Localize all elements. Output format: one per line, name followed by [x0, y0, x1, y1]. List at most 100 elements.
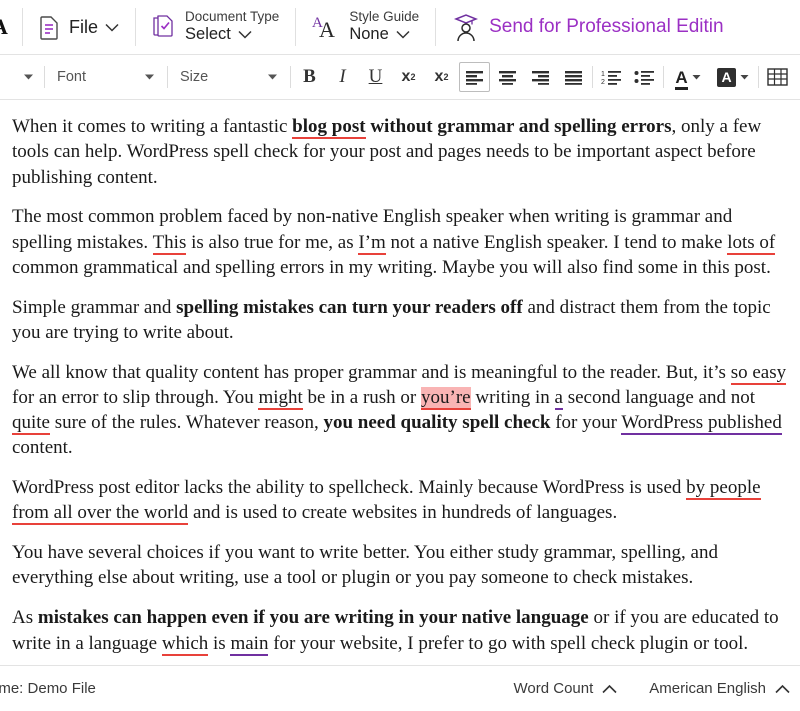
font-dropdown[interactable]: Font: [47, 63, 165, 91]
style-guide-selector[interactable]: A A Style Guide None: [296, 0, 435, 54]
bulleted-list-button[interactable]: [629, 62, 660, 92]
style-guide-value: None: [349, 25, 389, 44]
subscript-base: x: [401, 68, 411, 85]
document-type-labels: Document Type Select: [185, 9, 279, 44]
text-color-button[interactable]: A: [667, 62, 709, 92]
text-run: You have several choices if you want to …: [12, 542, 718, 589]
bold-text-run[interactable]: you need quality spell check: [323, 412, 550, 433]
text-run: for your website, I prefer to go with sp…: [268, 632, 749, 654]
bold-text-run[interactable]: spelling mistakes can turn your readers …: [176, 297, 523, 318]
superscript-index: 2: [443, 72, 449, 82]
chevron-up-icon: [775, 684, 790, 694]
italic-button[interactable]: I: [327, 62, 358, 92]
numbered-list-button[interactable]: 1 2: [596, 62, 627, 92]
text-run: content.: [12, 437, 73, 459]
spelling-error-run[interactable]: so easy: [730, 361, 787, 385]
spelling-error-run[interactable]: might: [258, 386, 303, 410]
align-center-button[interactable]: [492, 62, 523, 92]
text-run: for your: [550, 412, 622, 434]
spelling-error-run[interactable]: which: [161, 632, 209, 656]
spelling-error-run[interactable]: I’m: [358, 231, 386, 255]
text-run: As: [12, 607, 38, 629]
align-justify-button[interactable]: [558, 62, 589, 92]
chevron-down-icon: [396, 30, 410, 40]
document-paragraph: Simple grammar and spelling mistakes can…: [12, 295, 792, 346]
grammar-suggestion-run[interactable]: a: [554, 386, 563, 410]
size-dropdown-label: Size: [180, 69, 209, 85]
toolbar-divider: [167, 66, 168, 88]
superscript-base: x: [434, 68, 444, 85]
text-run: not a native English speaker. I tend to …: [385, 231, 728, 253]
highlight-color-letter: A: [717, 67, 736, 87]
document-paragraph: As mistakes can happen even if you are w…: [12, 605, 792, 656]
word-count-label: Word Count: [513, 680, 594, 697]
toolbar-divider: [44, 66, 45, 88]
document-paragraph: We all know that quality content has pro…: [12, 360, 792, 461]
logo-letter: A: [0, 14, 8, 40]
svg-text:2: 2: [601, 79, 605, 85]
size-dropdown[interactable]: Size: [170, 63, 288, 91]
font-dropdown-label: Font: [57, 69, 87, 85]
file-menu-button[interactable]: File: [23, 0, 135, 54]
status-bar: ame: Demo File Word Count American Engli…: [0, 665, 800, 711]
spelling-error-run[interactable]: This: [152, 231, 187, 255]
send-for-professional-editing-button[interactable]: Send for Professional Editin: [436, 0, 739, 54]
word-count-button[interactable]: Word Count: [514, 680, 618, 697]
graduate-person-icon: [452, 11, 480, 43]
toolbar-divider: [592, 66, 593, 88]
style-guide-labels: Style Guide None: [349, 9, 419, 44]
chevron-up-icon: [602, 684, 617, 694]
text-run: is: [208, 632, 231, 654]
text-run: second language and not: [562, 386, 756, 408]
text-run: common grammatical and spelling errors i…: [12, 256, 771, 278]
file-menu-label-wrap: File: [69, 17, 119, 38]
text-run: Simple grammar and: [12, 296, 177, 318]
app-logo: A: [0, 0, 22, 54]
spelling-error-run[interactable]: quite: [12, 412, 50, 436]
svg-text:1: 1: [601, 71, 605, 78]
text-run: WordPress post editor lacks the ability …: [12, 477, 687, 499]
chevron-down-icon: [238, 30, 252, 40]
document-editor-area[interactable]: When it comes to writing a fantastic blo…: [0, 100, 800, 665]
highlighted-error-run[interactable]: you’re: [421, 386, 471, 410]
chevron-down-icon: [144, 69, 155, 85]
align-right-button[interactable]: [525, 62, 556, 92]
grammar-suggestion-run[interactable]: WordPress published: [621, 412, 782, 436]
chevron-down-icon: [692, 68, 701, 86]
document-paragraph: When it comes to writing a fantastic blo…: [12, 114, 792, 190]
overflow-dropdown-caret[interactable]: [0, 73, 42, 81]
document-type-selector[interactable]: Document Type Select: [136, 0, 295, 54]
toolbar-divider: [758, 66, 759, 88]
text-run: We all know that quality content has pro…: [12, 361, 731, 383]
text-run: for an error to slip through. You: [12, 386, 259, 408]
insert-table-button[interactable]: [762, 62, 793, 92]
subscript-button[interactable]: x2: [393, 62, 424, 92]
text-run: writing in: [470, 386, 555, 408]
superscript-button[interactable]: x2: [426, 62, 457, 92]
svg-text:A: A: [319, 17, 335, 41]
chevron-down-icon: [267, 69, 278, 85]
language-selector-button[interactable]: American English: [649, 680, 790, 697]
align-left-button[interactable]: [459, 62, 490, 92]
chevron-down-icon: [740, 68, 749, 86]
status-bar-right-group: Word Count American English: [514, 680, 800, 697]
text-run: be in a rush or: [302, 386, 421, 408]
highlight-color-button[interactable]: A: [711, 62, 755, 92]
double-a-icon: A A: [312, 13, 340, 41]
grammar-suggestion-run[interactable]: main: [230, 632, 269, 656]
text-run: When it comes to writing a fantastic: [12, 116, 293, 137]
document-paragraph: You have several choices if you want to …: [12, 540, 792, 591]
bold-text-run[interactable]: mistakes can happen even if you are writ…: [38, 607, 589, 628]
style-guide-value-wrap: None: [349, 25, 419, 44]
format-toolbar: Font Size B I U x2 x2 1 2 A A: [0, 55, 800, 100]
text-run: sure of the rules. Whatever reason,: [50, 412, 324, 434]
document-paragraph: The most common problem faced by non-nat…: [12, 204, 792, 280]
bold-spelling-error-run[interactable]: blog post: [292, 116, 366, 139]
file-menu-label: File: [69, 16, 99, 37]
send-for-professional-editing-label: Send for Professional Editin: [489, 16, 724, 37]
bold-button[interactable]: B: [294, 62, 325, 92]
underline-button[interactable]: U: [360, 62, 391, 92]
top-toolbar: A File Document T: [0, 0, 800, 55]
bold-text-run[interactable]: without grammar and spelling errors: [366, 116, 671, 137]
spelling-error-run[interactable]: lots of: [727, 231, 776, 255]
